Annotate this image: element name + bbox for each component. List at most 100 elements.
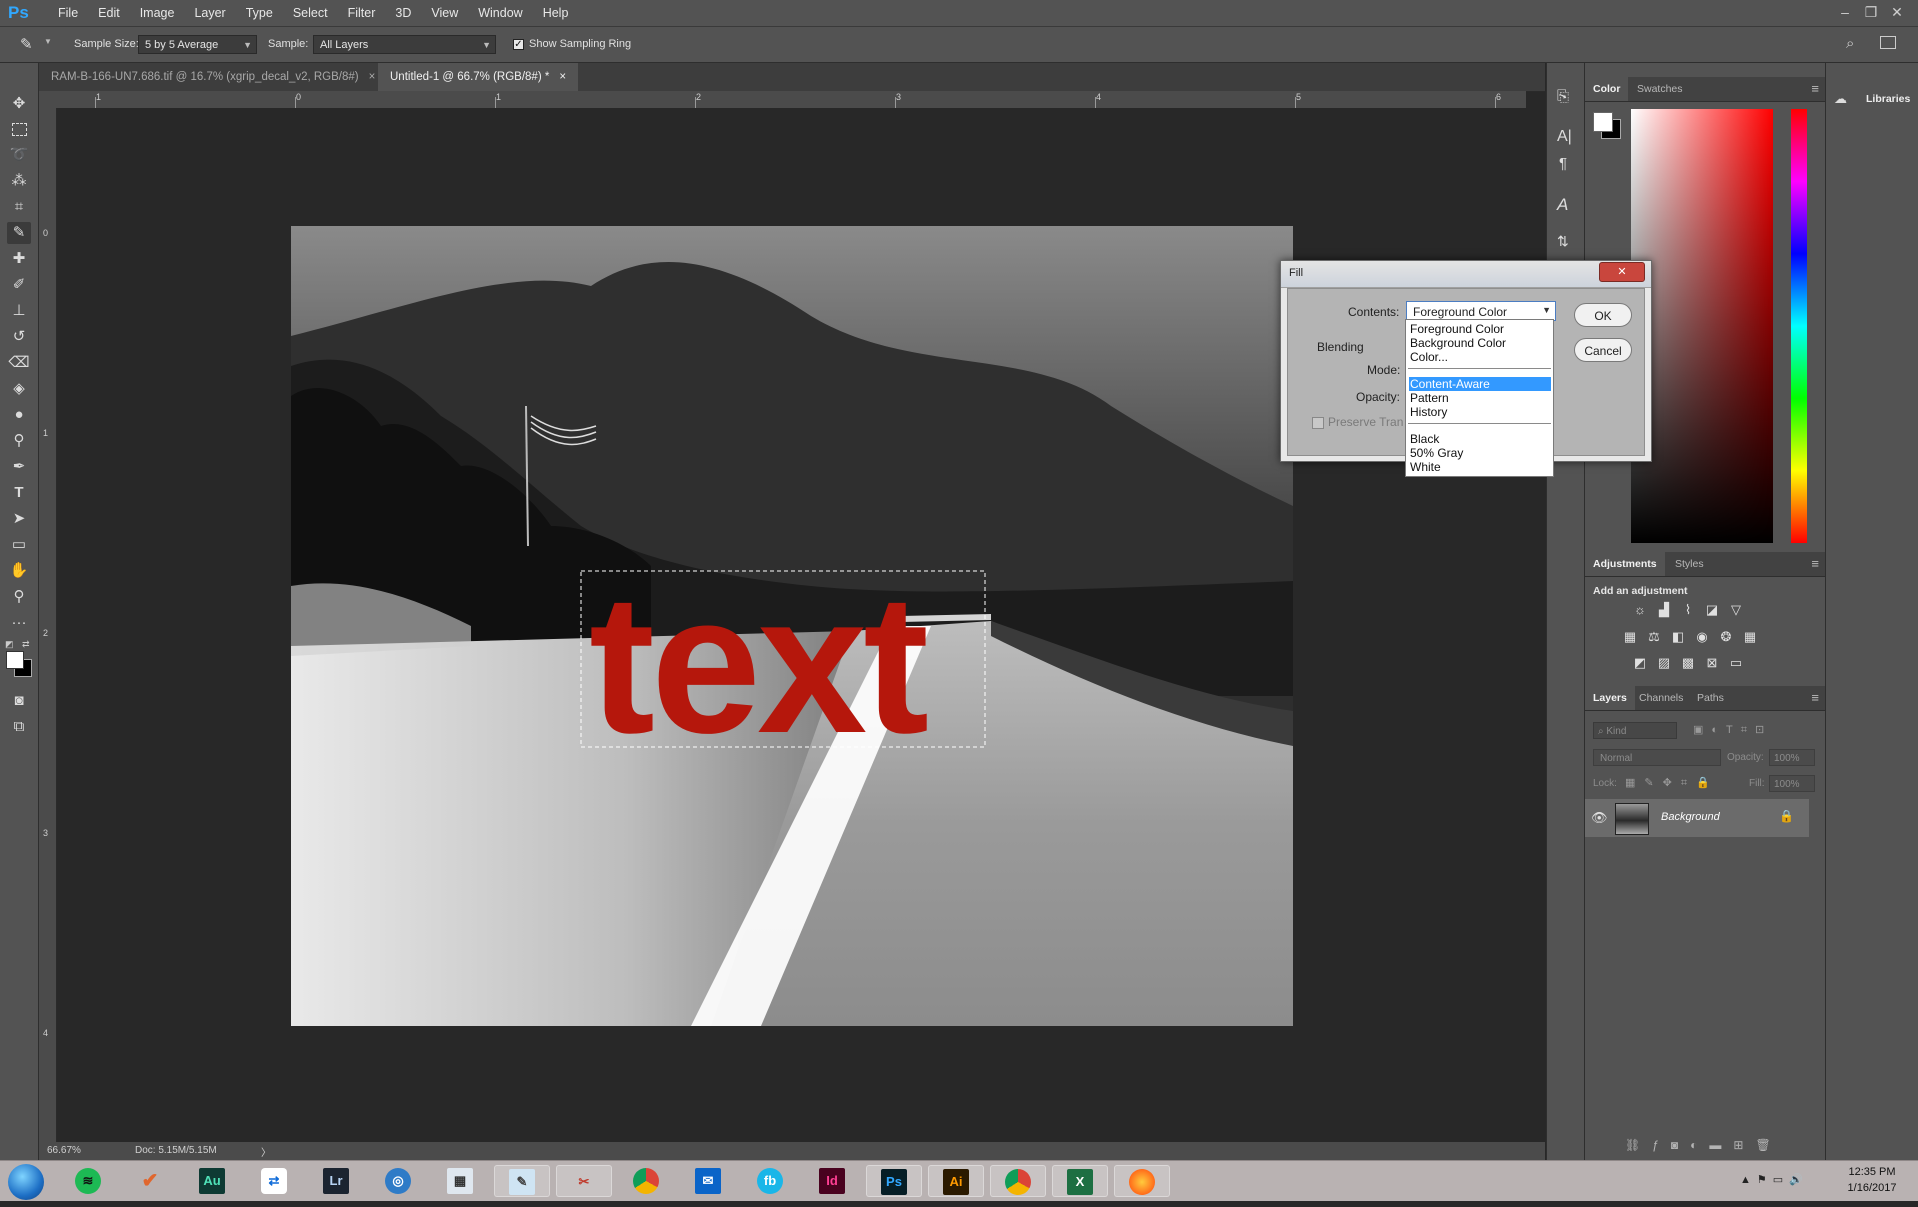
layer-name[interactable]: Background — [1661, 811, 1720, 823]
foreground-color-swatch[interactable] — [6, 651, 24, 669]
menu-layer[interactable]: Layer — [184, 0, 235, 26]
zoom-level[interactable]: 66.67% — [47, 1145, 81, 1156]
pen-tool-icon[interactable]: ✒ — [7, 456, 31, 478]
workspace-icon[interactable] — [1880, 36, 1896, 49]
lasso-tool-icon[interactable]: ➰ — [7, 144, 31, 166]
option-content-aware[interactable]: Content-Aware — [1409, 377, 1551, 391]
menu-filter[interactable]: Filter — [338, 0, 386, 26]
teamviewer-icon[interactable]: ⇄ — [246, 1165, 302, 1197]
show-sampling-ring-checkbox[interactable]: ✓ — [513, 39, 524, 50]
horizontal-ruler[interactable]: 1 0 1 2 3 4 5 6 — [56, 91, 1526, 109]
eraser-tool-icon[interactable]: ⌫ — [7, 352, 31, 374]
close-tab-icon[interactable]: × — [369, 71, 376, 83]
snipping-tool-icon[interactable]: ✂ — [556, 1165, 612, 1197]
hue-slider[interactable] — [1791, 109, 1807, 543]
eyedropper-tool-icon[interactable]: ✎ — [7, 222, 31, 244]
exposure-icon[interactable]: ◪ — [1703, 602, 1721, 618]
tab-untitled-1[interactable]: Untitled-1 @ 66.7% (RGB/8#) * × — [378, 63, 579, 91]
tab-color[interactable]: Color — [1585, 77, 1629, 101]
menu-help[interactable]: Help — [533, 0, 579, 26]
edit-toolbar-icon[interactable]: ··· — [7, 612, 31, 634]
photoshop-taskbar-icon[interactable]: Ps — [866, 1165, 922, 1197]
layer-row[interactable]: 👁 Background 🔒 — [1585, 799, 1809, 837]
ruler-origin[interactable] — [39, 91, 56, 108]
channel-mixer-icon[interactable]: ❂ — [1717, 629, 1735, 645]
posterize-icon[interactable]: ▨ — [1655, 655, 1673, 671]
tab-channels[interactable]: Channels — [1631, 686, 1691, 710]
paragraph-panel-icon[interactable]: ¶ — [1559, 155, 1567, 172]
tab-layers[interactable]: Layers — [1585, 686, 1635, 710]
sample-size-select[interactable]: 5 by 5 Average ▼ — [138, 35, 257, 54]
menu-file[interactable]: File — [48, 0, 88, 26]
color-foreground-swatch[interactable] — [1593, 112, 1613, 132]
clock-date[interactable]: 1/16/2017 — [1842, 1182, 1902, 1194]
tab-styles[interactable]: Styles — [1667, 552, 1712, 576]
path-selection-tool-icon[interactable]: ➤ — [7, 508, 31, 530]
layer-actions[interactable]: ⛓ƒ◙◐▬⊞🗑 — [1625, 1138, 1783, 1152]
dialog-close-button[interactable]: ✕ — [1599, 262, 1645, 282]
selective-color-icon[interactable]: ⊠ — [1703, 655, 1721, 671]
sample-select[interactable]: All Layers ▼ — [313, 35, 496, 54]
spotify-icon[interactable]: ≋ — [60, 1165, 116, 1197]
outlook-icon[interactable]: ✉ — [680, 1165, 736, 1197]
contents-select[interactable]: Foreground Color ▼ — [1406, 301, 1556, 321]
rectangle-tool-icon[interactable]: ▭ — [7, 534, 31, 556]
preset-chevron-icon[interactable]: ▼ — [44, 37, 52, 46]
tab-ram-b-166[interactable]: RAM-B-166-UN7.686.tif @ 16.7% (xgrip_dec… — [39, 63, 387, 91]
libraries-icon[interactable]: ☁ — [1834, 91, 1847, 107]
close-tab-icon[interactable]: × — [559, 71, 566, 83]
todo-app-icon[interactable]: ✔ — [122, 1165, 178, 1197]
audition-icon[interactable]: Au — [184, 1165, 240, 1197]
menu-edit[interactable]: Edit — [88, 0, 130, 26]
hand-tool-icon[interactable]: ✋ — [7, 560, 31, 582]
quick-selection-tool-icon[interactable]: ⁂ — [7, 170, 31, 192]
vibrance-icon[interactable]: ▽ — [1727, 602, 1745, 618]
black-white-icon[interactable]: ◧ — [1669, 629, 1687, 645]
menu-image[interactable]: Image — [130, 0, 185, 26]
fill-field[interactable]: 100% — [1769, 775, 1815, 792]
curves-icon[interactable]: ⌇ — [1679, 602, 1697, 618]
type-tool-icon[interactable]: T — [7, 482, 31, 504]
fb-app-icon[interactable]: fb — [742, 1165, 798, 1197]
panel-menu-icon[interactable]: ≡ — [1811, 690, 1819, 705]
cancel-button[interactable]: Cancel — [1574, 338, 1632, 362]
menu-view[interactable]: View — [421, 0, 468, 26]
paint-bucket-tool-icon[interactable]: ◈ — [7, 378, 31, 400]
panel-menu-icon[interactable]: ≡ — [1811, 556, 1819, 571]
character-panel-icon[interactable]: A| — [1557, 128, 1572, 146]
dialog-titlebar[interactable]: Fill ✕ — [1281, 261, 1651, 288]
marquee-tool-icon[interactable] — [7, 118, 31, 140]
move-tool-icon[interactable]: ✥ — [7, 93, 31, 115]
status-menu-arrow-icon[interactable]: 〉 — [261, 1144, 271, 1159]
chrome-window-icon[interactable] — [990, 1165, 1046, 1197]
brush-tool-icon[interactable]: ✐ — [7, 274, 31, 296]
glyphs-panel-icon[interactable]: A — [1557, 195, 1568, 215]
menu-type[interactable]: Type — [236, 0, 283, 26]
option-white[interactable]: White — [1409, 460, 1551, 474]
lock-icons[interactable]: ▦✎✥⌗🔒 — [1625, 776, 1719, 790]
healing-brush-tool-icon[interactable]: ✚ — [7, 248, 31, 270]
color-field[interactable] — [1631, 109, 1773, 543]
menu-window[interactable]: Window — [468, 0, 532, 26]
option-history[interactable]: History — [1409, 405, 1551, 419]
photo-filter-icon[interactable]: ◉ — [1693, 629, 1711, 645]
option-50-gray[interactable]: 50% Gray — [1409, 446, 1551, 460]
properties-panel-icon[interactable]: ⇅ — [1557, 233, 1569, 250]
menu-3d[interactable]: 3D — [385, 0, 421, 26]
eye-icon[interactable]: 👁 — [1591, 810, 1608, 826]
layer-filter-icons[interactable]: ▣◐T⌗⊡ — [1693, 723, 1772, 737]
excel-icon[interactable]: X — [1052, 1165, 1108, 1197]
history-brush-tool-icon[interactable]: ↺ — [7, 326, 31, 348]
gradient-map-icon[interactable]: ▭ — [1727, 655, 1745, 671]
color-lookup-icon[interactable]: ▦ — [1741, 629, 1759, 645]
minimize-button[interactable]: – — [1832, 0, 1858, 26]
system-tray-icons[interactable]: ▲⚑▭🔊 — [1740, 1173, 1809, 1186]
invert-icon[interactable]: ◩ — [1631, 655, 1649, 671]
menu-select[interactable]: Select — [283, 0, 338, 26]
threshold-icon[interactable]: ▩ — [1679, 655, 1697, 671]
default-colors-icon[interactable]: ◩ — [5, 639, 14, 650]
brightness-icon[interactable]: ☼ — [1631, 602, 1649, 618]
screen-mode-icon[interactable]: ⧉ — [7, 716, 31, 738]
tab-paths[interactable]: Paths — [1689, 686, 1732, 710]
calculator-icon[interactable]: ▦ — [432, 1165, 488, 1197]
